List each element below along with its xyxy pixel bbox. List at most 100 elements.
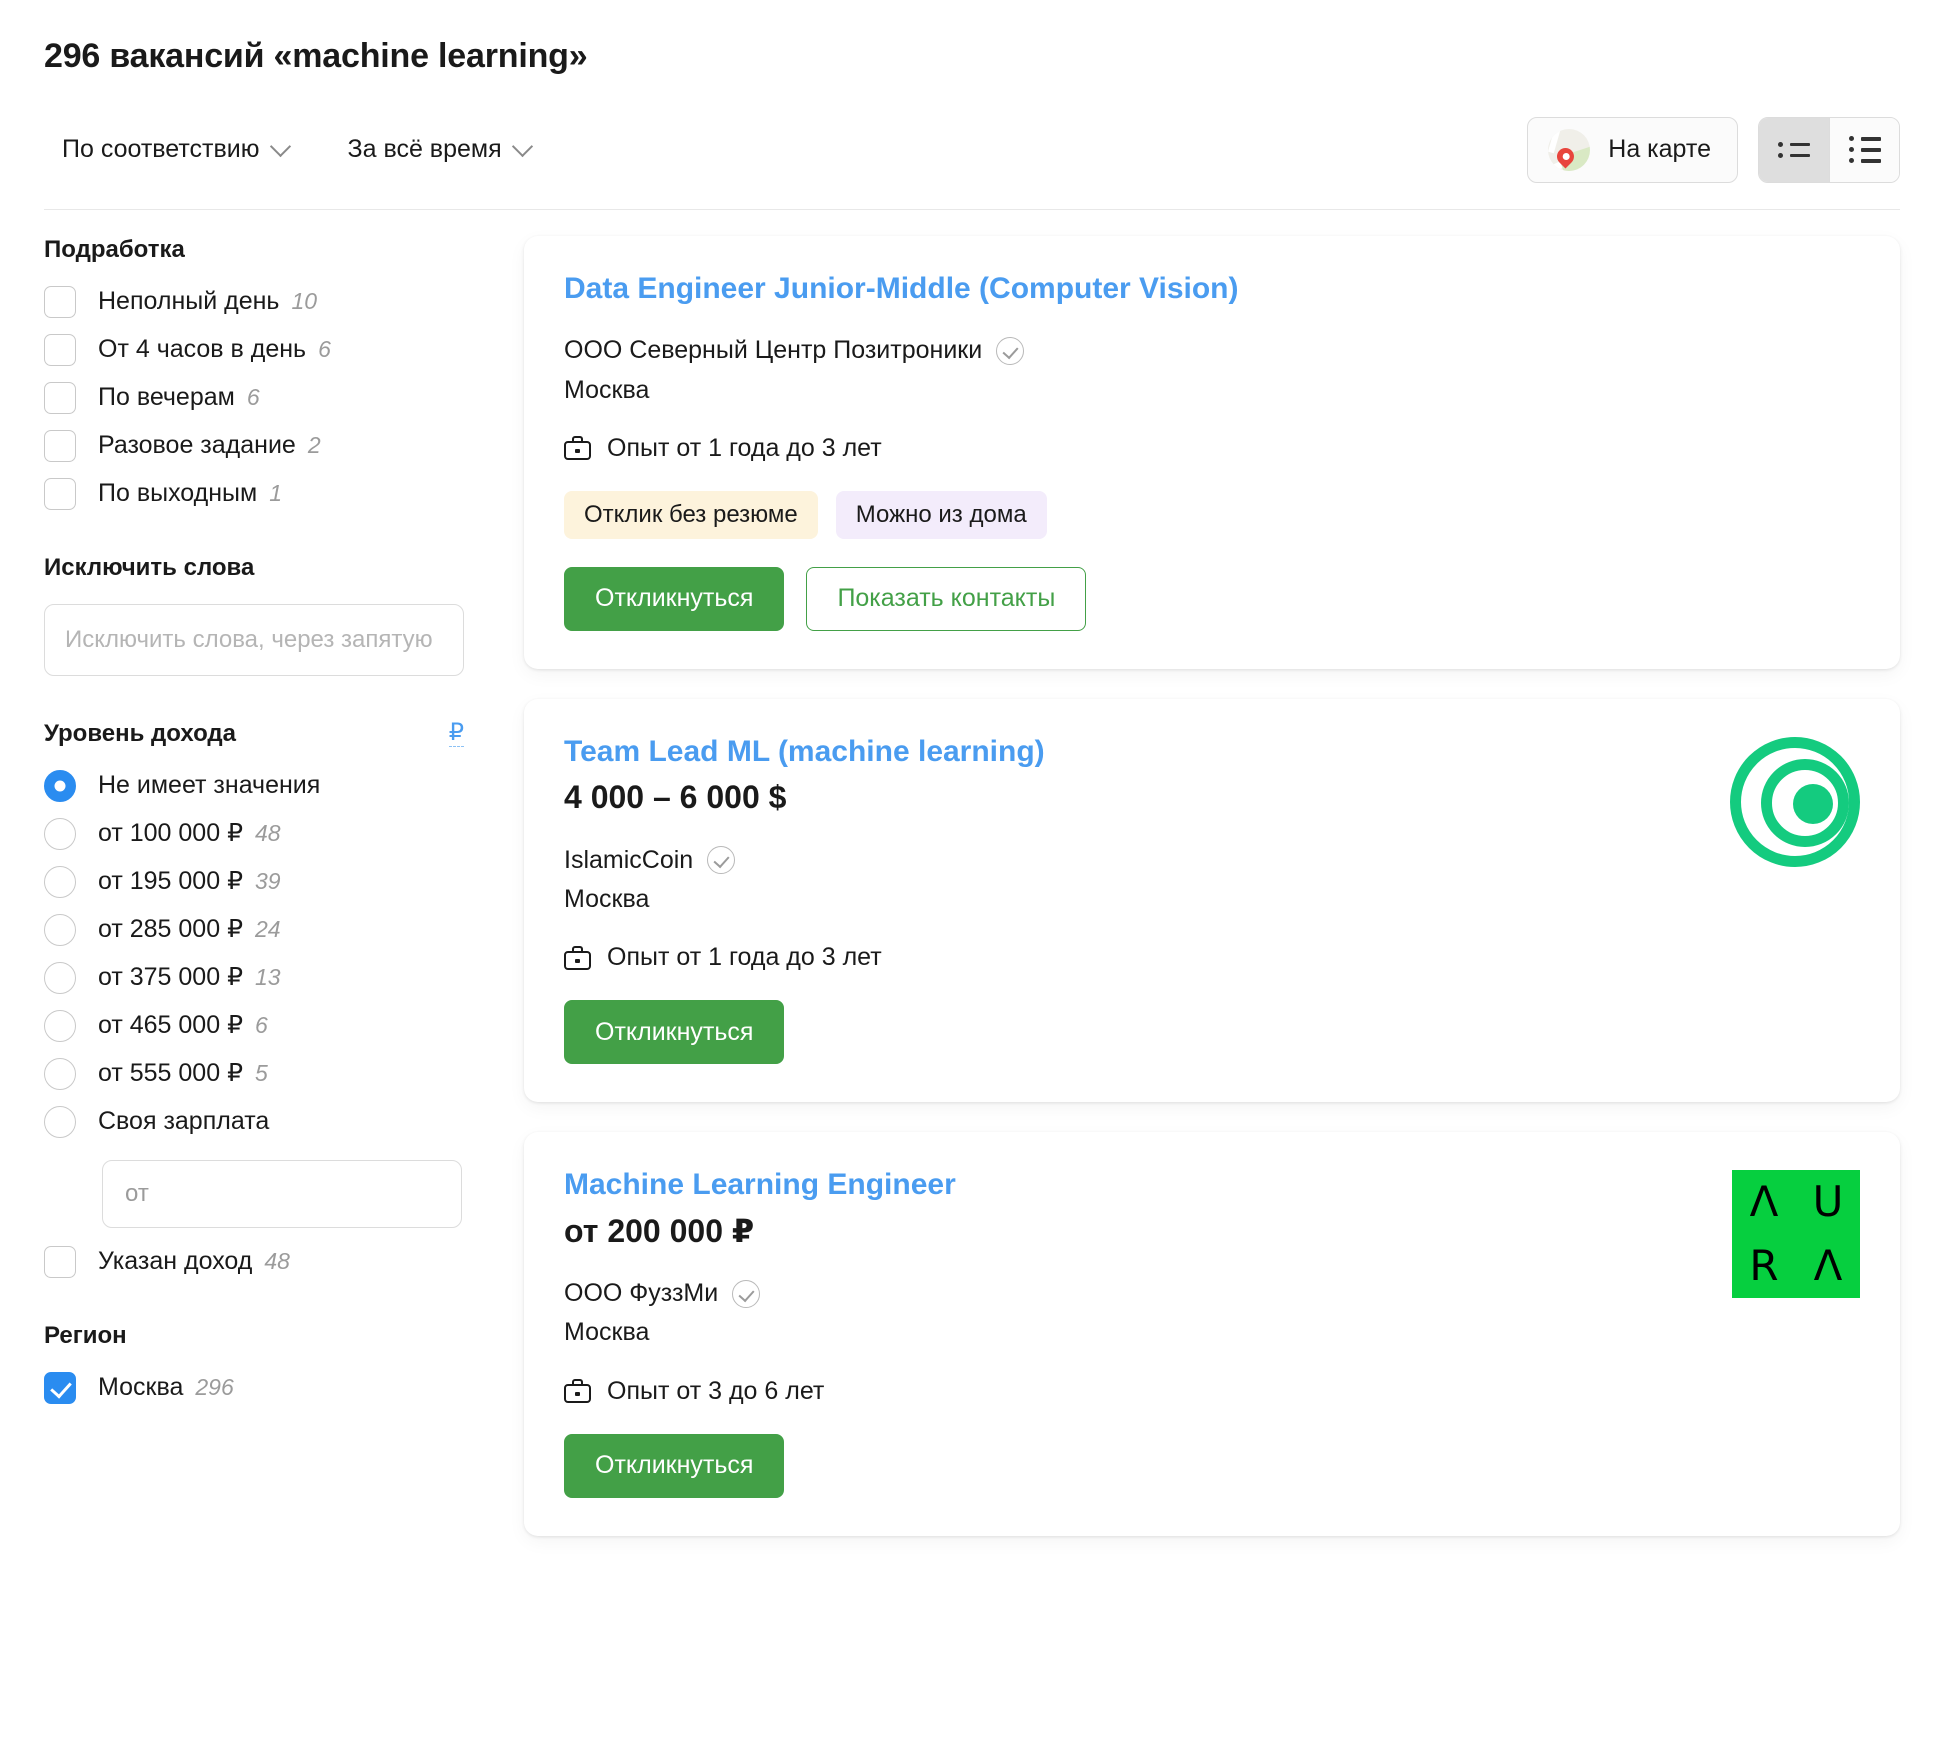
briefcase-icon <box>564 1379 591 1404</box>
filter-option-count: 296 <box>195 1374 234 1401</box>
map-view-button-label: На карте <box>1608 135 1711 164</box>
filter-group-parttime: Подработка Неполный день 10 От 4 часов в… <box>44 236 524 510</box>
radio-icon[interactable] <box>44 1009 76 1042</box>
filter-option-count: 2 <box>307 432 321 459</box>
radio-icon[interactable] <box>44 1105 76 1138</box>
vacancy-experience-text: Опыт от 1 года до 3 лет <box>607 943 882 972</box>
checkbox-icon[interactable] <box>44 1245 76 1278</box>
filter-option-label: от 100 000 ₽ <box>98 819 243 848</box>
radio-icon[interactable] <box>44 769 76 802</box>
filter-option-income-6[interactable]: от 555 000 ₽ 5 <box>44 1057 524 1090</box>
checkbox-icon[interactable] <box>44 429 76 462</box>
apply-button[interactable]: Откликнуться <box>564 566 785 631</box>
checkbox-icon[interactable] <box>44 477 76 510</box>
sort-dropdown[interactable]: По соответствию <box>62 137 290 162</box>
vacancy-company-line: ООО Северный Центр Позитроники <box>564 335 1239 366</box>
filter-option-income-0[interactable]: Не имеет значения <box>44 769 524 802</box>
radio-icon[interactable] <box>44 913 76 946</box>
filter-option-parttime-0[interactable]: Неполный день 10 <box>44 285 524 318</box>
filter-option-label: от 555 000 ₽ <box>98 1059 243 1088</box>
filter-option-count: 48 <box>264 1248 290 1275</box>
vacancy-experience-text: Опыт от 3 до 6 лет <box>607 1376 825 1405</box>
vacancy-company-name[interactable]: ООО Северный Центр Позитроники <box>564 335 982 366</box>
detailed-list-icon <box>1848 136 1881 164</box>
filter-option-count: 13 <box>254 964 281 991</box>
vacancy-results-list: Data Engineer Junior-Middle (Computer Vi… <box>524 235 1900 1536</box>
vacancy-tag-remote: Можно из дома <box>835 490 1047 539</box>
filter-option-label: от 465 000 ₽ <box>98 1011 243 1040</box>
vacancy-card-content: Team Lead ML (machine learning) 4 000 – … <box>564 733 1045 1065</box>
own-salary-input[interactable] <box>102 1159 462 1228</box>
period-dropdown-label: За всё время <box>347 135 502 164</box>
vacancy-card[interactable]: Machine Learning Engineer от 200 000 ₽ О… <box>524 1132 1900 1536</box>
briefcase-icon <box>564 436 591 461</box>
filter-option-parttime-3[interactable]: Разовое задание 2 <box>44 429 524 462</box>
vacancy-company-name[interactable]: ООО ФуззМи <box>564 1278 718 1309</box>
filter-option-parttime-2[interactable]: По вечерам 6 <box>44 381 524 414</box>
filter-option-income-1[interactable]: от 100 000 ₽ 48 <box>44 817 524 850</box>
aura-logo-letter: U <box>1812 1177 1844 1227</box>
chevron-down-icon <box>514 138 532 156</box>
filter-option-count: 6 <box>254 1012 268 1039</box>
radio-icon[interactable] <box>44 1057 76 1090</box>
show-contacts-button[interactable]: Показать контакты <box>806 566 1087 631</box>
checkbox-icon[interactable] <box>44 1371 76 1404</box>
view-mode-toggle <box>1758 116 1900 183</box>
vacancy-tags: Отклик без резюме Можно из дома <box>564 490 1239 539</box>
filter-group-region-title: Регион <box>44 1321 127 1349</box>
aura-logo-letter: R <box>1749 1241 1779 1291</box>
vacancy-company-name[interactable]: IslamicCoin <box>564 845 693 876</box>
vacancy-experience-line: Опыт от 1 года до 3 лет <box>564 943 1045 972</box>
compact-list-view-button[interactable] <box>1759 117 1829 182</box>
filter-option-parttime-4[interactable]: По выходным 1 <box>44 477 524 510</box>
vacancy-title-link[interactable]: Machine Learning Engineer <box>564 1166 956 1204</box>
vacancy-card[interactable]: Data Engineer Junior-Middle (Computer Vi… <box>524 235 1900 669</box>
vacancy-experience-line: Опыт от 1 года до 3 лет <box>564 434 1239 463</box>
chevron-down-icon <box>272 138 290 156</box>
checkbox-icon[interactable] <box>44 285 76 318</box>
filter-option-region-moscow[interactable]: Москва 296 <box>44 1371 524 1404</box>
radio-icon[interactable] <box>44 817 76 850</box>
vacancy-city: Москва <box>564 884 650 913</box>
toolbar-left-group: По соответствию За всё время <box>44 137 532 162</box>
filter-option-income-4[interactable]: от 375 000 ₽ 13 <box>44 961 524 994</box>
filter-option-count: 24 <box>254 916 281 943</box>
filter-option-income-5[interactable]: от 465 000 ₽ 6 <box>44 1009 524 1042</box>
vacancy-title-link[interactable]: Team Lead ML (machine learning) <box>564 733 1045 771</box>
filter-option-label: от 375 000 ₽ <box>98 963 243 992</box>
verified-badge-icon <box>732 1279 761 1308</box>
checkbox-icon[interactable] <box>44 381 76 414</box>
filter-option-label: Разовое задание <box>98 431 296 460</box>
detailed-list-view-button[interactable] <box>1829 117 1899 182</box>
aura-logo-icon: Λ U R Λ <box>1732 1170 1860 1299</box>
filters-sidebar: Подработка Неполный день 10 От 4 часов в… <box>44 236 524 1536</box>
radio-icon[interactable] <box>44 865 76 898</box>
filter-option-parttime-1[interactable]: От 4 часов в день 6 <box>44 333 524 366</box>
sort-dropdown-label: По соответствию <box>62 135 260 164</box>
exclude-words-input[interactable] <box>44 603 464 676</box>
filter-option-income-2[interactable]: от 195 000 ₽ 39 <box>44 865 524 898</box>
filter-option-count: 6 <box>318 336 331 363</box>
filter-option-label: По вечерам <box>98 383 235 412</box>
vacancy-title-link[interactable]: Data Engineer Junior-Middle (Computer Vi… <box>564 270 1239 308</box>
filter-option-income-3[interactable]: от 285 000 ₽ 24 <box>44 913 524 946</box>
apply-button[interactable]: Откликнуться <box>564 1433 785 1498</box>
aura-logo-letter: Λ <box>1813 1241 1843 1291</box>
verified-badge-icon <box>996 336 1025 365</box>
map-view-button[interactable]: На карте <box>1527 116 1738 183</box>
currency-toggle-link[interactable]: ₽ <box>448 719 464 748</box>
filter-option-label: Не имеет значения <box>98 771 321 800</box>
filter-option-income-specified[interactable]: Указан доход 48 <box>44 1245 524 1278</box>
vacancy-logo-slot: Λ U R Λ <box>1720 1166 1860 1497</box>
toolbar-right-group: На карте <box>1527 116 1900 183</box>
radio-icon[interactable] <box>44 961 76 994</box>
filter-group-exclude-words: Исключить слова <box>44 554 524 676</box>
vacancy-card[interactable]: Team Lead ML (machine learning) 4 000 – … <box>524 698 1900 1103</box>
checkbox-icon[interactable] <box>44 333 76 366</box>
filter-option-label: Указан доход <box>98 1247 253 1276</box>
filter-option-income-own[interactable]: Своя зарплата <box>44 1105 524 1138</box>
apply-button[interactable]: Откликнуться <box>564 1000 785 1065</box>
period-dropdown[interactable]: За всё время <box>348 137 532 162</box>
vacancy-actions: Откликнуться <box>564 1433 956 1498</box>
vacancy-tag-no-resume: Отклик без резюме <box>564 490 818 539</box>
